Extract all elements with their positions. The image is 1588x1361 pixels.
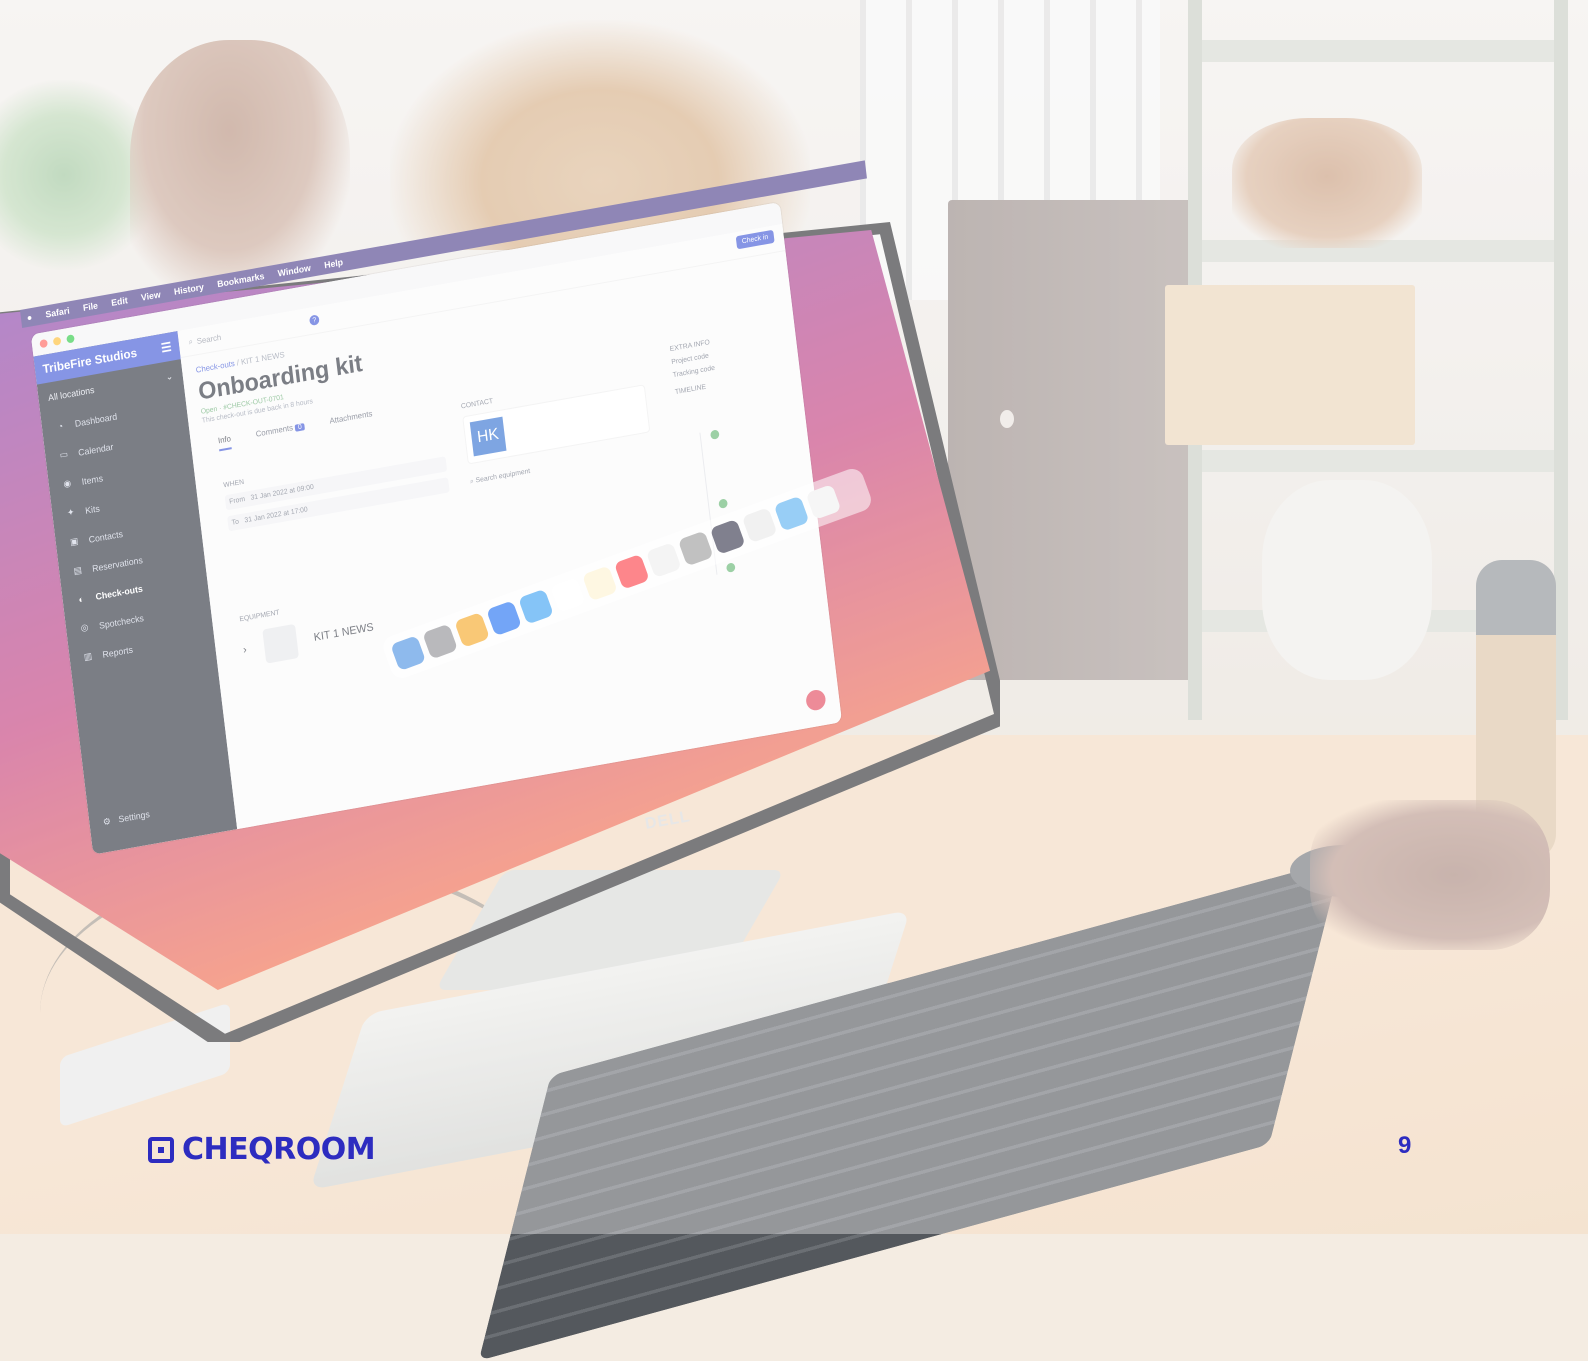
white-overlay bbox=[0, 0, 1588, 1234]
cheqroom-logo: CHEQROOM bbox=[148, 1132, 376, 1167]
cheqroom-logo-icon bbox=[148, 1136, 174, 1163]
logo-text: CHEQROOM bbox=[182, 1132, 376, 1167]
page-number: 9 bbox=[1398, 1132, 1412, 1159]
